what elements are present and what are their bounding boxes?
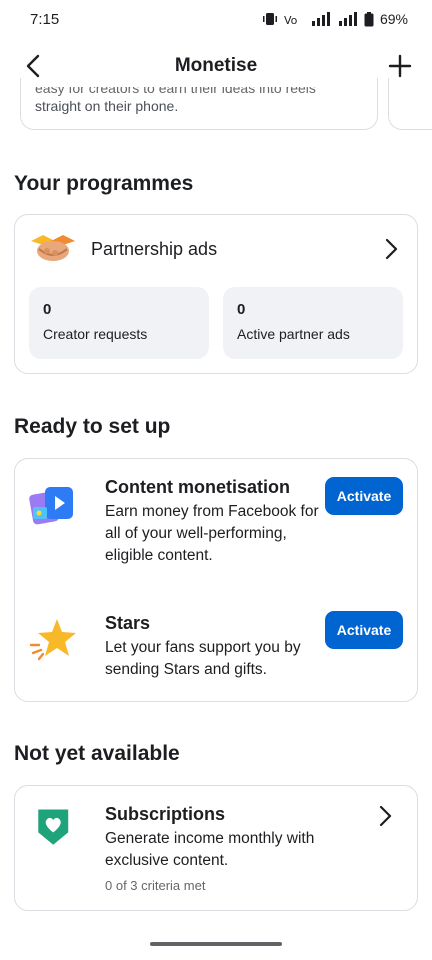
previous-card-cut-text: easy for creators to earn their ideas in… <box>35 80 316 96</box>
section-title-your-programmes: Your programmes <box>14 172 194 195</box>
lte-icon: Vo <box>284 14 298 26</box>
star-icon <box>29 619 76 661</box>
content-monetisation-title: Content monetisation <box>105 477 290 497</box>
stat-active-partner-ads[interactable]: 0 Active partner ads <box>223 287 403 359</box>
stat-label: Creator requests <box>43 326 148 342</box>
svg-text:Vo: Vo <box>284 14 298 26</box>
previous-card[interactable]: easy for creators to earn their ideas in… <box>20 78 378 130</box>
battery-icon <box>364 11 374 26</box>
stars-item: Stars Let your fans support you by sendi… <box>29 611 403 685</box>
vibrate-icon <box>262 13 277 25</box>
plus-icon[interactable] <box>386 52 414 80</box>
stat-value: 0 <box>43 301 52 318</box>
stars-title: Stars <box>105 613 151 633</box>
chevron-right-icon <box>379 805 392 827</box>
stat-creator-requests[interactable]: 0 Creator requests <box>29 287 209 359</box>
subscriptions-card[interactable]: Subscriptions Generate income monthly wi… <box>14 785 418 911</box>
content-monetisation-description: Earn money from Facebook for all of your… <box>105 503 319 564</box>
heart-badge-icon <box>38 809 69 845</box>
stars-text: Stars Let your fans support you by sendi… <box>105 613 325 681</box>
subscriptions-criteria: 0 of 3 criteria met <box>105 878 206 893</box>
partnership-ads-row[interactable]: Partnership ads <box>29 229 403 269</box>
activate-content-monetisation-button[interactable]: Activate <box>325 477 403 515</box>
status-bar: 7:15 Vo 69% <box>0 0 432 38</box>
page-title: Monetise <box>174 55 258 76</box>
previous-card-text: straight on their phone. <box>35 98 179 114</box>
stat-value: 0 <box>237 301 246 318</box>
chevron-right-icon <box>385 238 398 260</box>
content-monetisation-text: Content monetisation Earn money from Fac… <box>105 477 325 567</box>
stat-label: Active partner ads <box>237 326 350 342</box>
chevron-left-icon[interactable] <box>20 52 48 80</box>
partnership-ads-label: Partnership ads <box>91 238 218 259</box>
signal-2-icon <box>338 12 357 26</box>
ready-card: Content monetisation Earn money from Fac… <box>14 458 418 702</box>
subscriptions-item: Subscriptions Generate income monthly wi… <box>29 804 403 900</box>
signal-icon <box>311 12 330 26</box>
subscriptions-description: Generate income monthly with exclusive c… <box>105 830 315 869</box>
battery-percent: 69% <box>379 11 408 27</box>
subscriptions-title: Subscriptions <box>105 804 226 824</box>
video-photo-icon <box>29 487 73 525</box>
subscriptions-text: Subscriptions Generate income monthly wi… <box>105 804 365 893</box>
section-title-not-yet-available: Not yet available <box>14 742 180 765</box>
status-time: 7:15 <box>30 10 60 28</box>
previous-card-next[interactable] <box>388 78 432 130</box>
section-title-ready-to-set-up: Ready to set up <box>14 415 171 438</box>
content-monetisation-item: Content monetisation Earn money from Fac… <box>29 477 403 587</box>
status-icons: Vo 69% <box>262 11 408 27</box>
activate-stars-button[interactable]: Activate <box>325 611 403 649</box>
stars-description: Let your fans support you by sending Sta… <box>105 639 301 678</box>
home-indicator[interactable] <box>150 942 282 946</box>
handshake-icon <box>31 235 75 261</box>
partnership-ads-card: Partnership ads 0 Creator requests 0 Act… <box>14 214 418 374</box>
